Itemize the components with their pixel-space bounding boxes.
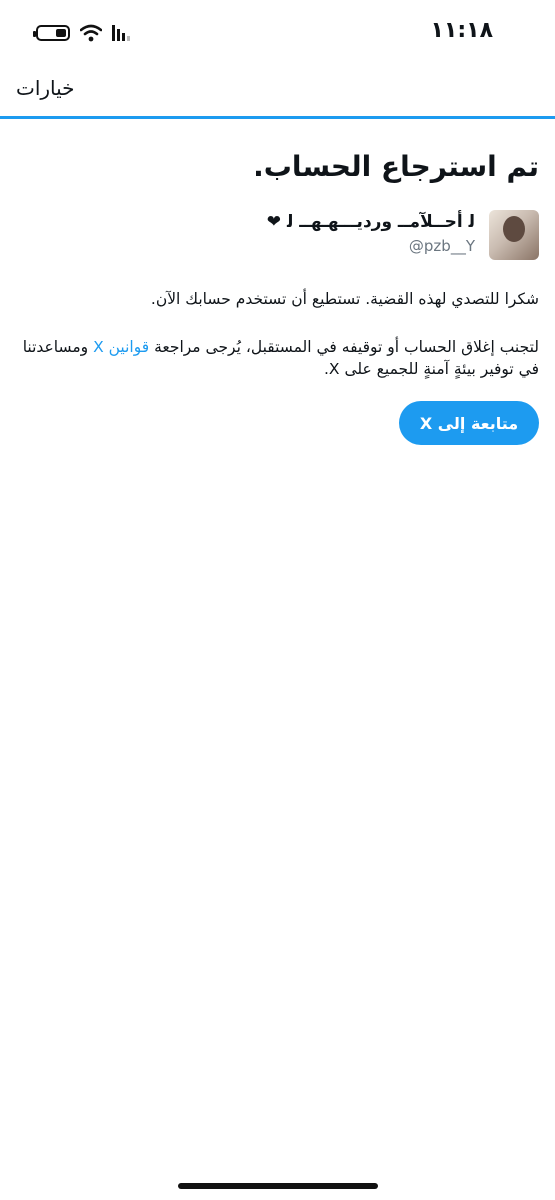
page-title: تم استرجاع الحساب. bbox=[253, 150, 539, 183]
user-handle: @pzb__Y bbox=[408, 237, 475, 255]
battery-icon bbox=[33, 25, 70, 41]
status-time: ١١:١٨ bbox=[430, 18, 493, 43]
profile-card: ﻟ أحــلآمــ ورديـــهـهــ ﻟ ❤ @pzb__Y bbox=[19, 210, 539, 266]
home-indicator[interactable] bbox=[178, 1183, 378, 1189]
options-button[interactable]: خيارات bbox=[16, 76, 75, 100]
guidance-text: لتجنب إغلاق الحساب أو توقيفه في المستقبل… bbox=[149, 338, 539, 356]
wifi-icon bbox=[80, 24, 102, 42]
display-name: ﻟ أحــلآمــ ورديـــهـهــ ﻟ ❤ bbox=[266, 212, 475, 232]
thanks-message: شكرا للتصدي لهذه القضية. تستطيع أن تستخد… bbox=[150, 290, 539, 308]
rules-link[interactable]: قوانين X bbox=[93, 338, 149, 356]
status-icons bbox=[33, 22, 130, 44]
guidance-message: لتجنب إغلاق الحساب أو توقيفه في المستقبل… bbox=[17, 336, 539, 380]
options-header: خيارات bbox=[0, 62, 555, 119]
continue-button[interactable]: متابعة إلى X bbox=[399, 401, 539, 445]
status-bar: ١١:١٨ bbox=[0, 0, 555, 62]
avatar bbox=[489, 210, 539, 260]
signal-icon bbox=[112, 25, 130, 41]
